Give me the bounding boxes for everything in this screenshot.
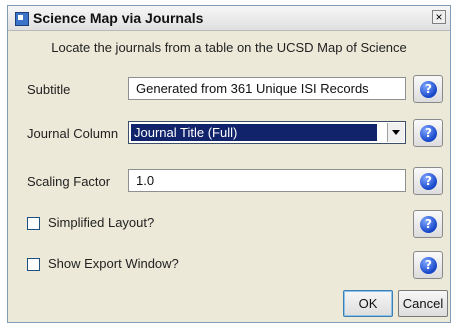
help-icon: ?	[420, 81, 437, 98]
show-export-window-help-button[interactable]: ?	[413, 251, 443, 279]
journal-column-selected-value: Journal Title (Full)	[131, 124, 377, 141]
app-icon	[15, 12, 29, 26]
cancel-button[interactable]: Cancel	[398, 290, 448, 317]
dropdown-arrow-icon[interactable]	[387, 123, 404, 142]
simplified-layout-label: Simplified Layout?	[48, 215, 155, 230]
journal-column-label: Journal Column	[27, 126, 119, 141]
journal-column-help-button[interactable]: ?	[413, 119, 443, 147]
subtitle-help-button[interactable]: ?	[413, 75, 443, 103]
simplified-layout-checkbox[interactable]	[27, 217, 40, 230]
simplified-layout-help-button[interactable]: ?	[413, 210, 443, 238]
subtitle-input[interactable]: Generated from 361 Unique ISI Records	[128, 77, 406, 100]
title-bar[interactable]: Science Map via Journals ×	[8, 6, 450, 31]
close-icon[interactable]: ×	[432, 10, 446, 24]
help-icon: ?	[420, 216, 437, 233]
show-export-window-label: Show Export Window?	[48, 256, 179, 271]
help-icon: ?	[420, 125, 437, 142]
scaling-factor-label: Scaling Factor	[27, 174, 111, 189]
show-export-window-checkbox[interactable]	[27, 258, 40, 271]
journal-column-select[interactable]: Journal Title (Full)	[128, 121, 406, 144]
help-icon: ?	[420, 257, 437, 274]
scaling-factor-input[interactable]: 1.0	[128, 169, 406, 192]
ok-button[interactable]: OK	[343, 290, 393, 317]
subtitle-label: Subtitle	[27, 82, 71, 97]
window-title: Science Map via Journals	[33, 10, 204, 26]
dialog-description: Locate the journals from a table on the …	[51, 40, 407, 55]
dialog-window: Science Map via Journals × Locate the jo…	[7, 5, 451, 323]
help-icon: ?	[420, 173, 437, 190]
scaling-factor-help-button[interactable]: ?	[413, 167, 443, 195]
